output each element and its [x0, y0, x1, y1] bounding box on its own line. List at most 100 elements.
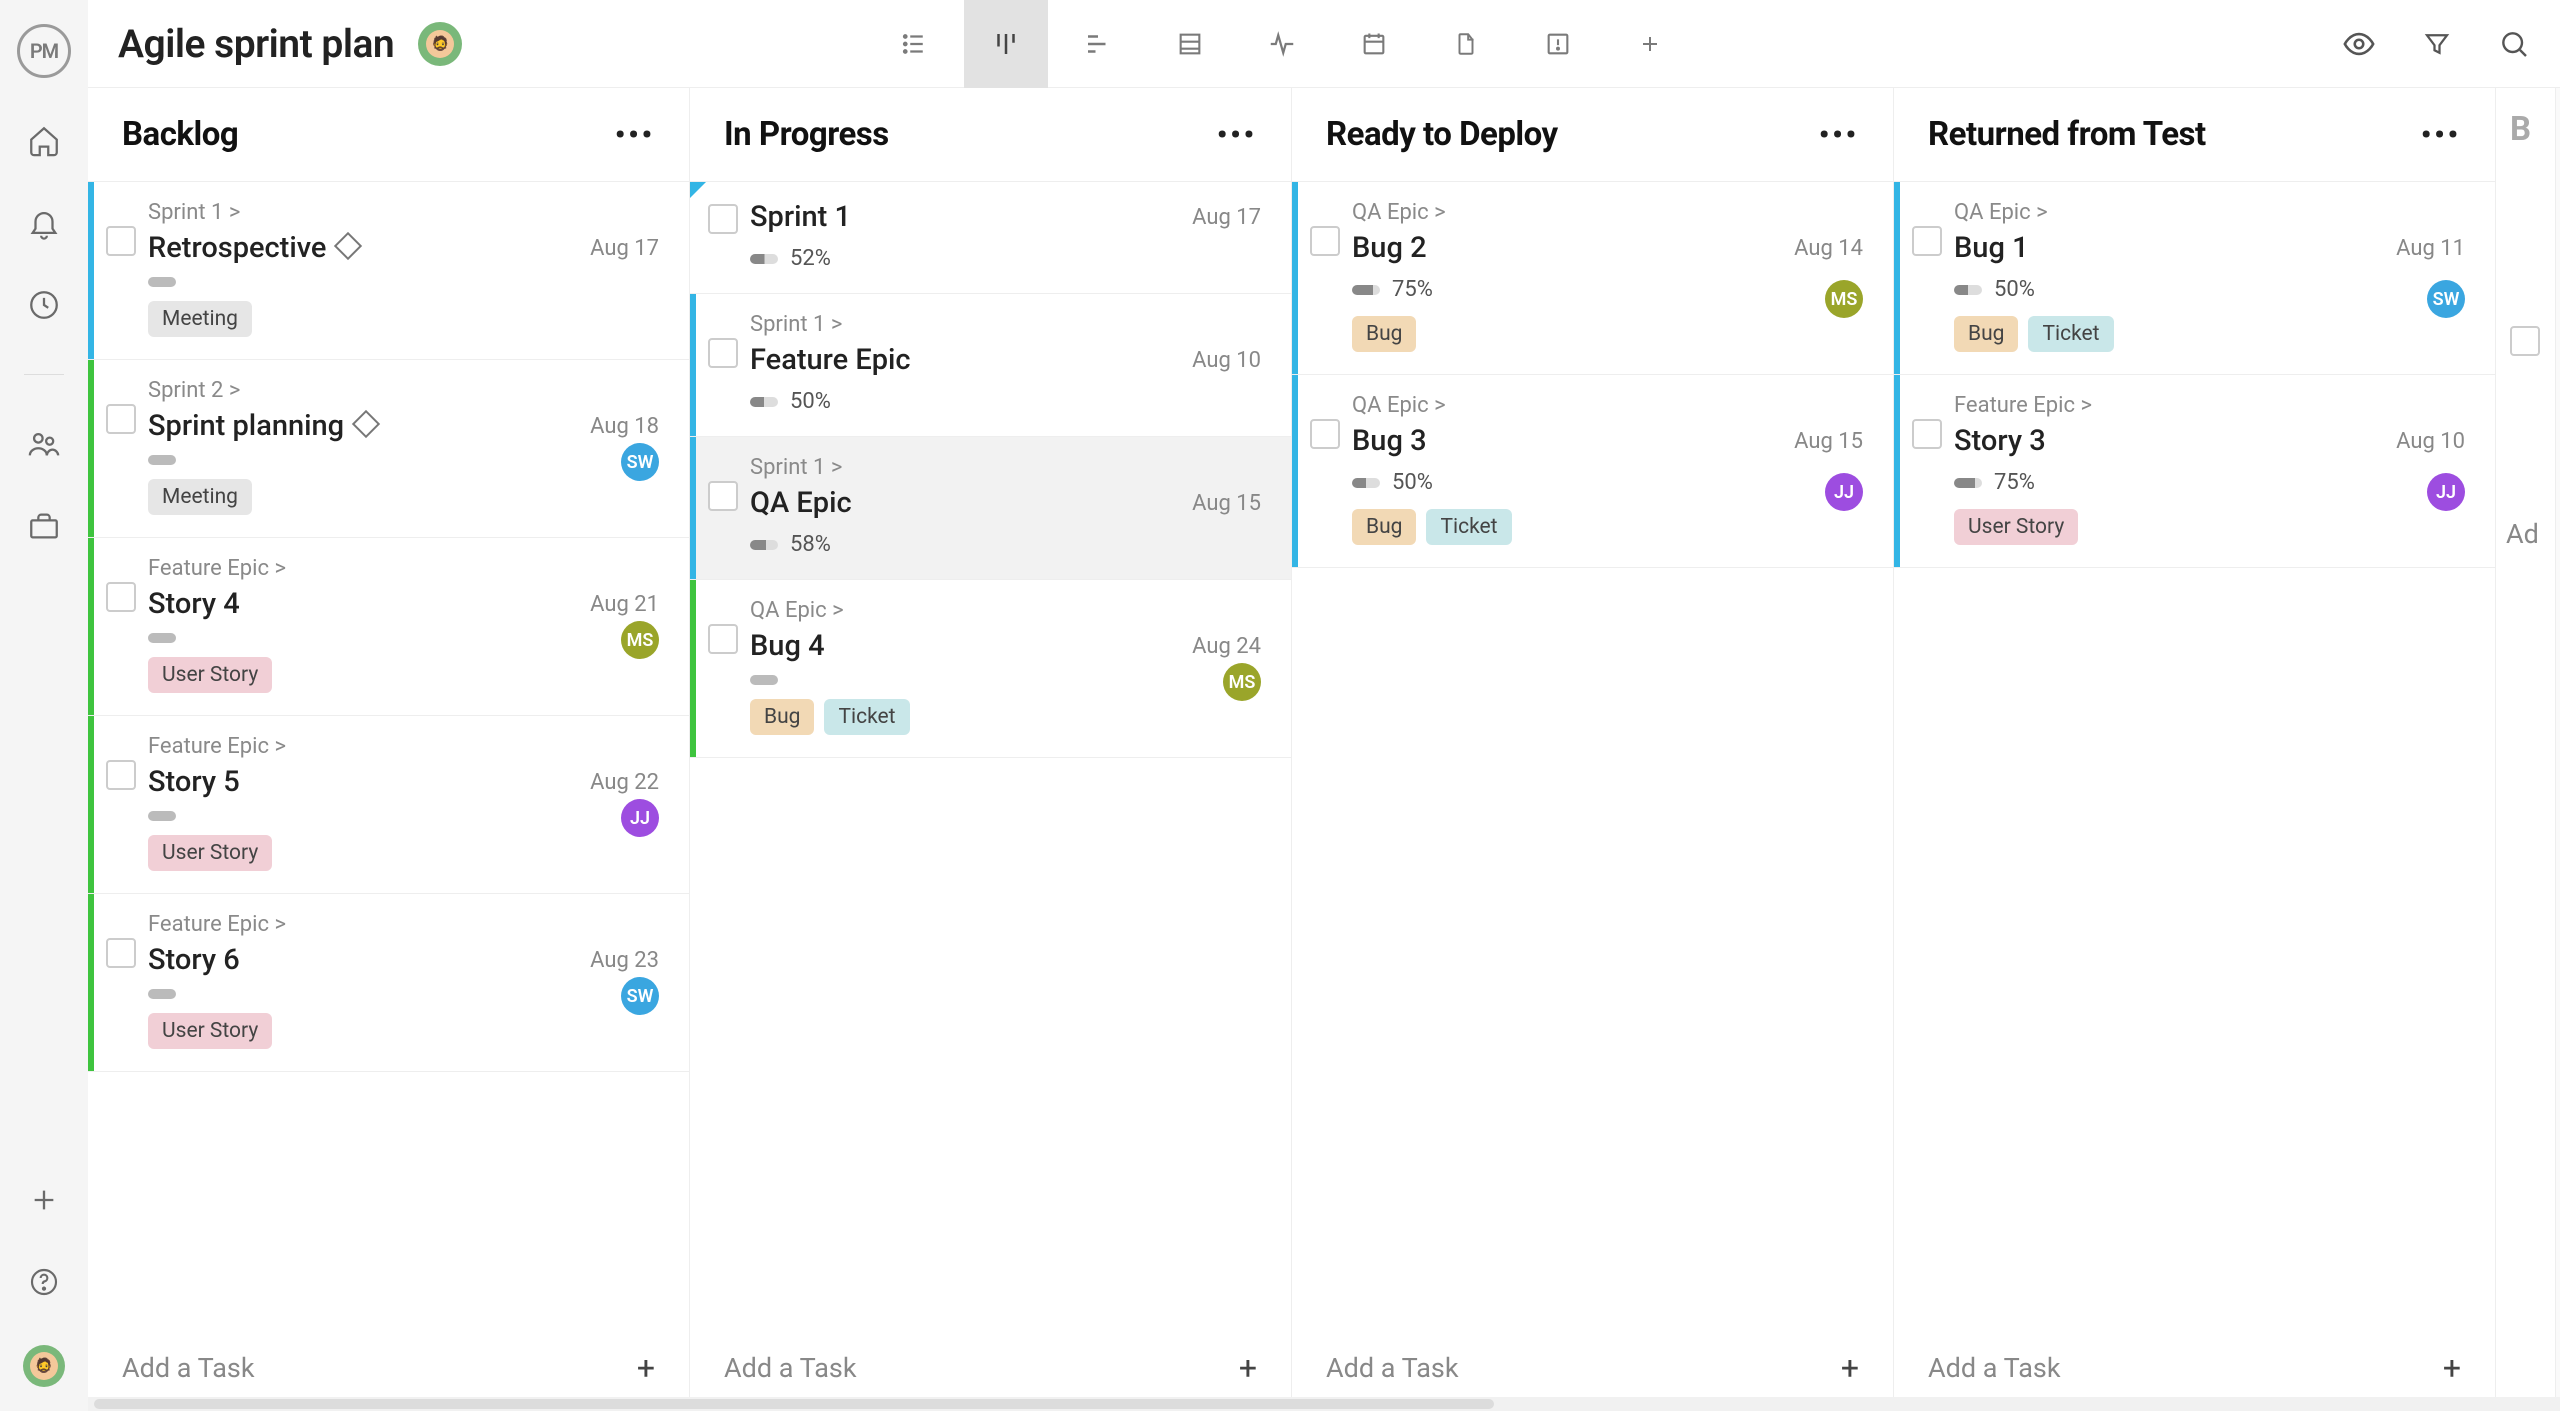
briefcase-icon[interactable]	[25, 507, 63, 545]
column-menu-icon[interactable]: •••	[1819, 118, 1859, 151]
card-checkbox[interactable]	[106, 938, 136, 968]
task-card[interactable]: Sprint 1 > QA Epic Aug 15 58%	[690, 437, 1291, 580]
task-card[interactable]: Sprint 1 Aug 17 52%	[690, 182, 1291, 294]
card-checkbox[interactable]	[106, 226, 136, 256]
card-checkbox[interactable]	[1310, 226, 1340, 256]
card-title[interactable]: Retrospective	[148, 231, 326, 265]
view-gantt-icon[interactable]	[1056, 0, 1140, 88]
visibility-icon[interactable]	[2342, 27, 2376, 61]
card-title[interactable]: Story 4	[148, 587, 240, 621]
project-title[interactable]: Agile sprint plan	[118, 21, 394, 67]
search-icon[interactable]	[2498, 28, 2530, 60]
view-sheet-icon[interactable]	[1148, 0, 1232, 88]
task-card[interactable]: Sprint 1 > Feature Epic Aug 10 50%	[690, 294, 1291, 437]
view-alert-icon[interactable]	[1516, 0, 1600, 88]
card-title[interactable]: Sprint 1	[750, 200, 851, 234]
tag[interactable]: User Story	[1954, 509, 2078, 545]
card-checkbox[interactable]	[106, 582, 136, 612]
tag[interactable]: Bug	[1352, 316, 1416, 352]
card-breadcrumb[interactable]: Sprint 1 >	[750, 455, 1261, 480]
user-avatar[interactable]: 🧔	[23, 1345, 65, 1387]
card-title[interactable]: Bug 1	[1954, 231, 2029, 265]
card-breadcrumb[interactable]: Sprint 2 >	[148, 378, 659, 403]
card-checkbox[interactable]	[106, 760, 136, 790]
tag[interactable]: User Story	[148, 835, 272, 871]
tag[interactable]: User Story	[148, 657, 272, 693]
scrollbar-thumb[interactable]	[94, 1399, 1494, 1409]
card-breadcrumb[interactable]: QA Epic >	[1352, 393, 1863, 418]
card-checkbox[interactable]	[708, 624, 738, 654]
column-title[interactable]: Ready to Deploy	[1326, 115, 1558, 154]
column-menu-icon[interactable]: •••	[1217, 118, 1257, 151]
column-title[interactable]: Returned from Test	[1928, 115, 2206, 154]
filter-icon[interactable]	[2422, 29, 2452, 59]
column-menu-icon[interactable]: •••	[2421, 118, 2461, 151]
card-title[interactable]: QA Epic	[750, 486, 852, 520]
card-breadcrumb[interactable]: QA Epic >	[1352, 200, 1863, 225]
column-menu-icon[interactable]: •••	[615, 118, 655, 151]
tag[interactable]: Ticket	[1426, 509, 1511, 545]
card-title[interactable]: Feature Epic	[750, 343, 911, 377]
tag[interactable]: Ticket	[2028, 316, 2113, 352]
card-checkbox[interactable]	[708, 204, 738, 234]
task-card[interactable]: Feature Epic > Story 3 Aug 10 75% User S…	[1894, 375, 2495, 568]
card-checkbox[interactable]	[2510, 326, 2540, 356]
peek-add-task[interactable]: Ad	[2506, 518, 2539, 550]
card-breadcrumb[interactable]: Sprint 1 >	[148, 200, 659, 225]
app-logo[interactable]: PM	[17, 24, 71, 78]
assignee-avatar[interactable]: MS	[621, 621, 659, 659]
card-checkbox[interactable]	[708, 338, 738, 368]
card-breadcrumb[interactable]: Feature Epic >	[148, 556, 659, 581]
card-title[interactable]: Story 6	[148, 943, 240, 977]
assignee-avatar[interactable]: SW	[2427, 280, 2465, 318]
card-breadcrumb[interactable]: QA Epic >	[1954, 200, 2465, 225]
card-breadcrumb[interactable]: Feature Epic >	[148, 734, 659, 759]
task-card[interactable]: Feature Epic > Story 6 Aug 23 User Story…	[88, 894, 689, 1072]
card-breadcrumb[interactable]: Feature Epic >	[148, 912, 659, 937]
tag[interactable]: Ticket	[824, 699, 909, 735]
card-title[interactable]: Bug 2	[1352, 231, 1427, 265]
view-list-icon[interactable]	[872, 0, 956, 88]
tag[interactable]: Meeting	[148, 479, 252, 515]
card-checkbox[interactable]	[708, 481, 738, 511]
view-add-icon[interactable]	[1608, 0, 1692, 88]
assignee-avatar[interactable]: JJ	[621, 799, 659, 837]
card-breadcrumb[interactable]: QA Epic >	[750, 598, 1261, 623]
assignee-avatar[interactable]: MS	[1825, 280, 1863, 318]
peek-column[interactable]: B Ad	[2496, 88, 2556, 1411]
card-checkbox[interactable]	[106, 404, 136, 434]
bell-icon[interactable]	[25, 204, 63, 242]
assignee-avatar[interactable]: JJ	[2427, 473, 2465, 511]
plus-icon[interactable]	[25, 1181, 63, 1219]
home-icon[interactable]	[25, 122, 63, 160]
view-calendar-icon[interactable]	[1332, 0, 1416, 88]
tag[interactable]: Bug	[1954, 316, 2018, 352]
card-checkbox[interactable]	[1912, 226, 1942, 256]
card-title[interactable]: Story 3	[1954, 424, 2046, 458]
card-title[interactable]: Story 5	[148, 765, 240, 799]
card-title[interactable]: Bug 3	[1352, 424, 1427, 458]
help-icon[interactable]	[25, 1263, 63, 1301]
task-card[interactable]: QA Epic > Bug 1 Aug 11 50% BugTicketSW	[1894, 182, 2495, 375]
task-card[interactable]: QA Epic > Bug 4 Aug 24 BugTicketMS	[690, 580, 1291, 758]
column-title[interactable]: Backlog	[122, 115, 238, 154]
assignee-avatar[interactable]: JJ	[1825, 473, 1863, 511]
card-checkbox[interactable]	[1310, 419, 1340, 449]
card-checkbox[interactable]	[1912, 419, 1942, 449]
tag[interactable]: Bug	[750, 699, 814, 735]
project-owner-avatar[interactable]: 🧔	[418, 22, 462, 66]
task-card[interactable]: Feature Epic > Story 5 Aug 22 User Story…	[88, 716, 689, 894]
task-card[interactable]: Feature Epic > Story 4 Aug 21 User Story…	[88, 538, 689, 716]
assignee-avatar[interactable]: SW	[621, 443, 659, 481]
task-card[interactable]: Sprint 1 > Retrospective Aug 17 Meeting	[88, 182, 689, 360]
card-breadcrumb[interactable]: Sprint 1 >	[750, 312, 1261, 337]
tag[interactable]: Meeting	[148, 301, 252, 337]
tag[interactable]: User Story	[148, 1013, 272, 1049]
task-card[interactable]: Sprint 2 > Sprint planning Aug 18 Meetin…	[88, 360, 689, 538]
card-title[interactable]: Bug 4	[750, 629, 825, 663]
task-card[interactable]: QA Epic > Bug 3 Aug 15 50% BugTicketJJ	[1292, 375, 1893, 568]
view-activity-icon[interactable]	[1240, 0, 1324, 88]
task-card[interactable]: QA Epic > Bug 2 Aug 14 75% BugMS	[1292, 182, 1893, 375]
assignee-avatar[interactable]: SW	[621, 977, 659, 1015]
view-board-icon[interactable]	[964, 0, 1048, 88]
